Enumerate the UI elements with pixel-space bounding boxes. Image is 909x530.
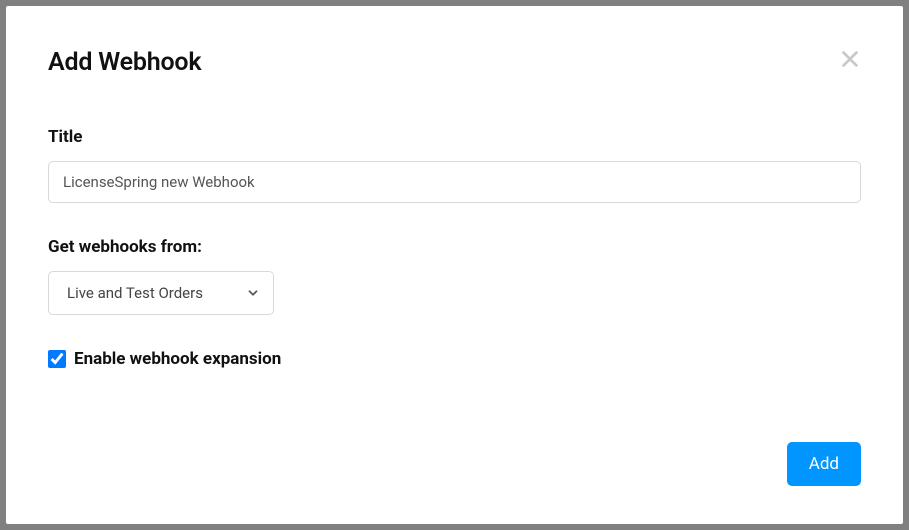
source-select[interactable]: Live and Test Orders: [48, 271, 274, 315]
add-webhook-modal: Add Webhook Title Get webhooks from: Liv…: [6, 6, 903, 524]
source-select-wrap: Live and Test Orders: [48, 271, 274, 315]
modal-title: Add Webhook: [48, 48, 201, 77]
source-label: Get webhooks from:: [48, 237, 861, 257]
modal-header: Add Webhook: [48, 48, 861, 77]
source-field-group: Get webhooks from: Live and Test Orders: [48, 237, 861, 315]
expansion-checkbox[interactable]: [48, 350, 66, 368]
title-label: Title: [48, 127, 861, 147]
add-button[interactable]: Add: [787, 442, 861, 486]
close-button[interactable]: [839, 48, 861, 72]
close-icon: [839, 48, 861, 72]
title-input[interactable]: [48, 161, 861, 203]
expansion-checkbox-row: Enable webhook expansion: [48, 349, 861, 369]
modal-footer: Add: [48, 442, 861, 486]
title-field-group: Title: [48, 127, 861, 203]
expansion-label[interactable]: Enable webhook expansion: [74, 349, 281, 369]
